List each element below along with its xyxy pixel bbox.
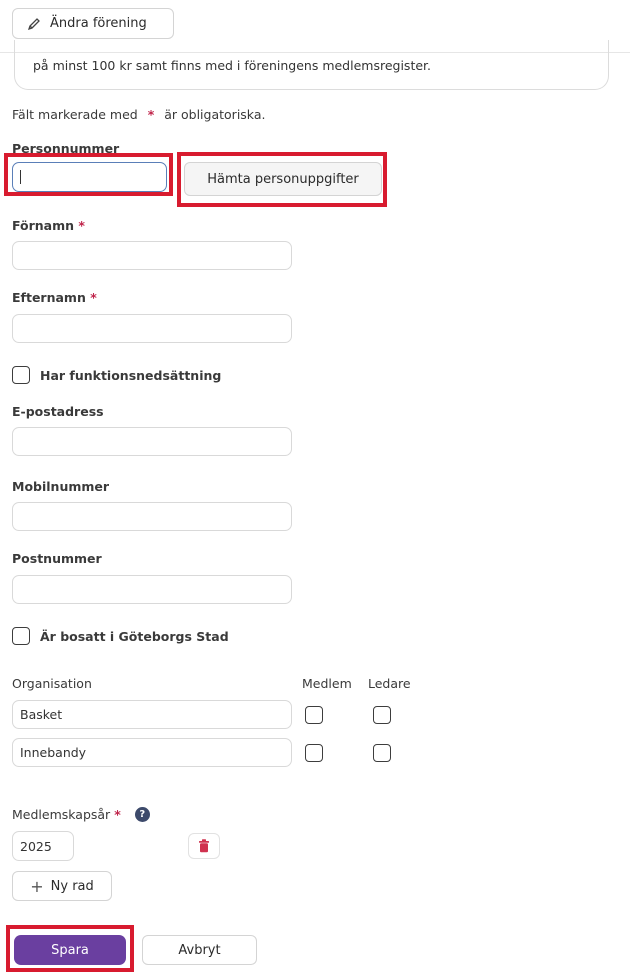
info-box: på minst 100 kr samt finns med i förenin…	[14, 40, 609, 90]
edit-association-label: Ändra förening	[50, 16, 147, 31]
organisation-row-innebandy: Innebandy	[12, 738, 292, 767]
resident-checkbox[interactable]	[12, 627, 30, 645]
trash-icon	[198, 839, 210, 853]
help-icon[interactable]: ?	[134, 807, 150, 822]
membership-year-value: 2025	[20, 838, 52, 854]
membership-year-input[interactable]: 2025	[12, 831, 74, 861]
epost-input[interactable]	[12, 427, 292, 456]
disability-checkbox[interactable]	[12, 366, 30, 384]
required-note: Fält markerade med * är obligatoriska.	[12, 107, 265, 122]
mobil-input[interactable]	[12, 502, 292, 531]
edit-association-button[interactable]: Ändra förening	[12, 8, 174, 39]
fornamn-input[interactable]	[12, 241, 292, 270]
text-cursor	[20, 170, 21, 184]
membership-required-star: *	[114, 807, 121, 822]
postnummer-label: Postnummer	[12, 551, 102, 566]
postnummer-input[interactable]	[12, 575, 292, 604]
fornamn-required-star: *	[78, 218, 85, 233]
organisation-row-basket: Basket	[12, 700, 292, 729]
leader-checkbox-innebandy[interactable]	[373, 744, 391, 762]
pencil-icon	[27, 17, 41, 31]
plus-icon: +	[30, 876, 44, 896]
required-note-prefix: Fält markerade med	[12, 107, 138, 122]
disability-label: Har funktionsnedsättning	[40, 368, 222, 383]
membership-label-text: Medlemskapsår	[12, 807, 111, 822]
fetch-person-label: Hämta personuppgifter	[207, 171, 359, 187]
leader-checkbox-basket[interactable]	[373, 706, 391, 724]
organisation-name: Innebandy	[20, 745, 87, 760]
fornamn-label-text: Förnamn	[12, 218, 75, 233]
epost-label: E-postadress	[12, 404, 104, 419]
cancel-label: Avbryt	[178, 942, 221, 958]
delete-year-button[interactable]	[188, 833, 220, 859]
member-checkbox-basket[interactable]	[305, 706, 323, 724]
fetch-person-button[interactable]: Hämta personuppgifter	[184, 162, 382, 196]
save-button[interactable]: Spara	[14, 935, 126, 965]
resident-label: Är bosatt i Göteborgs Stad	[40, 629, 229, 644]
efternamn-label: Efternamn *	[12, 290, 97, 305]
required-star: *	[147, 107, 155, 122]
member-checkbox-innebandy[interactable]	[305, 744, 323, 762]
membership-label: Medlemskapsår * ?	[12, 807, 150, 822]
efternamn-label-text: Efternamn	[12, 290, 86, 305]
save-label: Spara	[51, 942, 89, 958]
organisation-header: Organisation	[12, 676, 92, 691]
add-row-button[interactable]: + Ny rad	[12, 871, 112, 901]
info-box-text: på minst 100 kr samt finns med i förenin…	[33, 58, 431, 73]
organisation-name: Basket	[20, 707, 63, 722]
required-note-suffix: är obligatoriska.	[164, 107, 266, 122]
leader-header: Ledare	[368, 676, 411, 691]
mobil-label: Mobilnummer	[12, 479, 110, 494]
efternamn-input[interactable]	[12, 314, 292, 343]
efternamn-required-star: *	[90, 290, 97, 305]
member-header: Medlem	[302, 676, 352, 691]
cancel-button[interactable]: Avbryt	[142, 935, 257, 965]
add-row-label: Ny rad	[50, 878, 94, 894]
fornamn-label: Förnamn *	[12, 218, 85, 233]
personnummer-input[interactable]	[12, 162, 167, 192]
